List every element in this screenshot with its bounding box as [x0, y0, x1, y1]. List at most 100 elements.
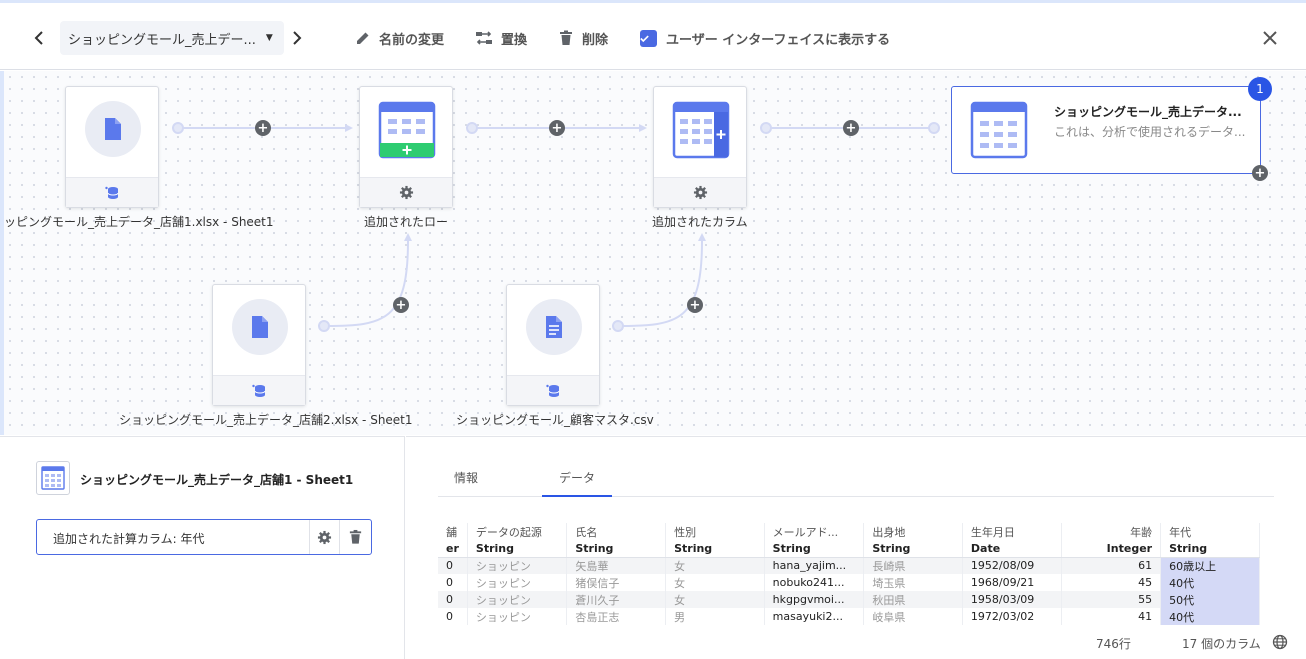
file-icon: [105, 118, 121, 140]
table-row[interactable]: 0 ショッピン 猪俣信子女 nobuko241... 埼玉県 1968/09/21 45 40…: [438, 574, 1260, 591]
table-cell: ショッピン: [467, 591, 568, 608]
column-header[interactable]: 出身地: [863, 523, 963, 540]
column-header[interactable]: データの起源: [467, 523, 568, 540]
table-cell: 1968/09/21: [962, 574, 1063, 591]
next-dataset-button[interactable]: [288, 21, 314, 55]
table-cell: 長崎県: [863, 557, 963, 574]
source-node-store2[interactable]: [212, 284, 306, 406]
source-node-store1[interactable]: [65, 86, 159, 208]
delete-button[interactable]: 削除: [558, 21, 608, 55]
close-button[interactable]: [1262, 21, 1286, 55]
database-icon: [546, 384, 560, 397]
column-header[interactable]: 舗: [438, 523, 468, 540]
table-cell: 0: [438, 574, 468, 591]
column-type: String: [566, 540, 667, 558]
table-cell: 0: [438, 557, 468, 574]
delete-label: 削除: [582, 32, 609, 48]
data-grid[interactable]: 舗データの起源 氏名 性別 メールアド... 出身地 生年月日 年齢 年代 er String S…: [438, 523, 1260, 627]
insert-step-button[interactable]: +: [843, 120, 859, 136]
file-icon-circle: [85, 101, 141, 157]
dataflow-canvas[interactable]: + + + + + ッピングモール_売上データ_店舗1.xlsx - Sheet…: [0, 71, 1306, 435]
show-in-ui-toggle[interactable]: ユーザー インターフェイスに表示する: [640, 21, 890, 55]
column-type: Date: [962, 540, 1063, 558]
column-name-row: 舗データの起源 氏名 性別 メールアド... 出身地 生年月日 年齢 年代: [438, 523, 1260, 540]
node-footer: [654, 177, 746, 207]
table-row[interactable]: 0 ショッピン 矢島華女 hana_yajim... 長崎県 1952/08/09 61 60…: [438, 557, 1260, 574]
column-header[interactable]: 年齢: [1061, 523, 1162, 540]
table-cell: 杏島正志: [566, 608, 667, 625]
output-dataset-title: ショッピングモール_売上データ...: [1054, 105, 1242, 119]
column-type: Integer: [1061, 540, 1162, 558]
table-cell: 61: [1061, 557, 1162, 574]
gear-icon[interactable]: [693, 185, 708, 200]
table-cell: 60歳以上: [1160, 557, 1260, 574]
rename-label: 名前の変更: [379, 32, 445, 48]
top-toolbar: ショッピングモール_売上デー... ▼ 名前の変更 置換 削除 ユーザー インタ…: [0, 0, 1306, 70]
node-footer: [507, 375, 599, 405]
table-cell: 蒼川久子: [566, 591, 667, 608]
column-header[interactable]: メールアド...: [764, 523, 865, 540]
pencil-icon: [357, 32, 369, 44]
column-type: String: [665, 540, 765, 558]
trash-icon: [560, 30, 572, 45]
column-type: er: [438, 540, 468, 558]
data-preview-panel: 情報 データ 舗データの起源 氏名 性別 メールアド... 出身地 生年月日 年齢 年代 er…: [406, 436, 1306, 659]
table-cell: 女: [665, 591, 765, 608]
table-cell: hkgpgvmoi...: [764, 591, 865, 608]
table-cell: 50代: [1160, 591, 1260, 608]
table-cell: nobuko241...: [764, 574, 865, 591]
added-columns-label: 追加されたカラム: [652, 215, 748, 229]
table-cell: 55: [1061, 591, 1162, 608]
source-node-customer-master[interactable]: [506, 284, 600, 406]
source3-label: ショッピングモール_顧客マスタ.csv: [456, 413, 654, 427]
source1-label: ッピングモール_売上データ_店舗1.xlsx - Sheet1: [4, 215, 274, 229]
node-footer: [360, 177, 452, 207]
data-table: 舗データの起源 氏名 性別 メールアド... 出身地 生年月日 年齢 年代 er String S…: [438, 523, 1260, 625]
added-columns-node[interactable]: [653, 86, 747, 208]
table-row[interactable]: 0 ショッピン 杏島正志男 masayuki2... 岐阜県 1972/03/02 41 40…: [438, 608, 1260, 625]
column-header[interactable]: 生年月日: [962, 523, 1063, 540]
node-footer: [66, 177, 158, 207]
table-cell: 41: [1061, 608, 1162, 625]
column-header[interactable]: 性別: [665, 523, 765, 540]
database-icon: [252, 384, 266, 397]
checkbox-checked-icon[interactable]: [640, 29, 657, 47]
globe-icon[interactable]: [1272, 634, 1288, 653]
insert-step-button[interactable]: +: [255, 120, 271, 136]
column-type: String: [764, 540, 865, 558]
table-cell: 0: [438, 608, 468, 625]
gear-icon[interactable]: [399, 185, 414, 200]
close-icon: [1263, 31, 1277, 45]
column-header[interactable]: 氏名: [566, 523, 667, 540]
step-settings-button[interactable]: [309, 520, 339, 554]
transform-step-label: 追加された計算カラム: 年代: [53, 532, 205, 546]
table-row[interactable]: 0 ショッピン 蒼川久子女 hkgpgvmoi... 秋田県 1958/03/09 55 50…: [438, 591, 1260, 608]
previous-dataset-button[interactable]: [30, 21, 56, 55]
tab-data[interactable]: データ: [542, 469, 612, 497]
step-delete-button[interactable]: [339, 520, 371, 554]
table-cell: 1972/03/02: [962, 608, 1063, 625]
table-cell: 1952/08/09: [962, 557, 1063, 574]
trash-icon: [349, 529, 362, 544]
source2-label: ショッピングモール_売上データ_店舗2.xlsx - Sheet1: [119, 413, 413, 427]
insert-step-button[interactable]: +: [549, 120, 565, 136]
insert-step-button[interactable]: +: [687, 297, 703, 313]
transform-step-item[interactable]: 追加された計算カラム: 年代: [36, 519, 372, 555]
added-rows-node[interactable]: [359, 86, 453, 208]
tab-info[interactable]: 情報: [454, 469, 478, 486]
insert-step-button[interactable]: +: [393, 297, 409, 313]
table-cell: masayuki2...: [764, 608, 865, 625]
dataset-select[interactable]: ショッピングモール_売上デー... ▼: [60, 21, 284, 55]
replace-label: 置換: [501, 32, 528, 48]
rename-button[interactable]: 名前の変更: [355, 21, 444, 55]
database-icon: [105, 186, 119, 199]
replace-button[interactable]: 置換: [475, 21, 527, 55]
add-step-button[interactable]: +: [1252, 165, 1268, 181]
column-type-row: er String String String String String Date Inte…: [438, 540, 1260, 558]
table-cell: ショッピン: [467, 557, 568, 574]
table-cell: 40代: [1160, 608, 1260, 625]
output-dataset-description: これは、分析で使用されるデータ...: [1054, 125, 1246, 139]
swap-icon: [476, 31, 492, 45]
output-dataset-node[interactable]: ショッピングモール_売上データ... これは、分析で使用されるデータ...: [951, 86, 1261, 174]
column-header[interactable]: 年代: [1160, 523, 1260, 540]
